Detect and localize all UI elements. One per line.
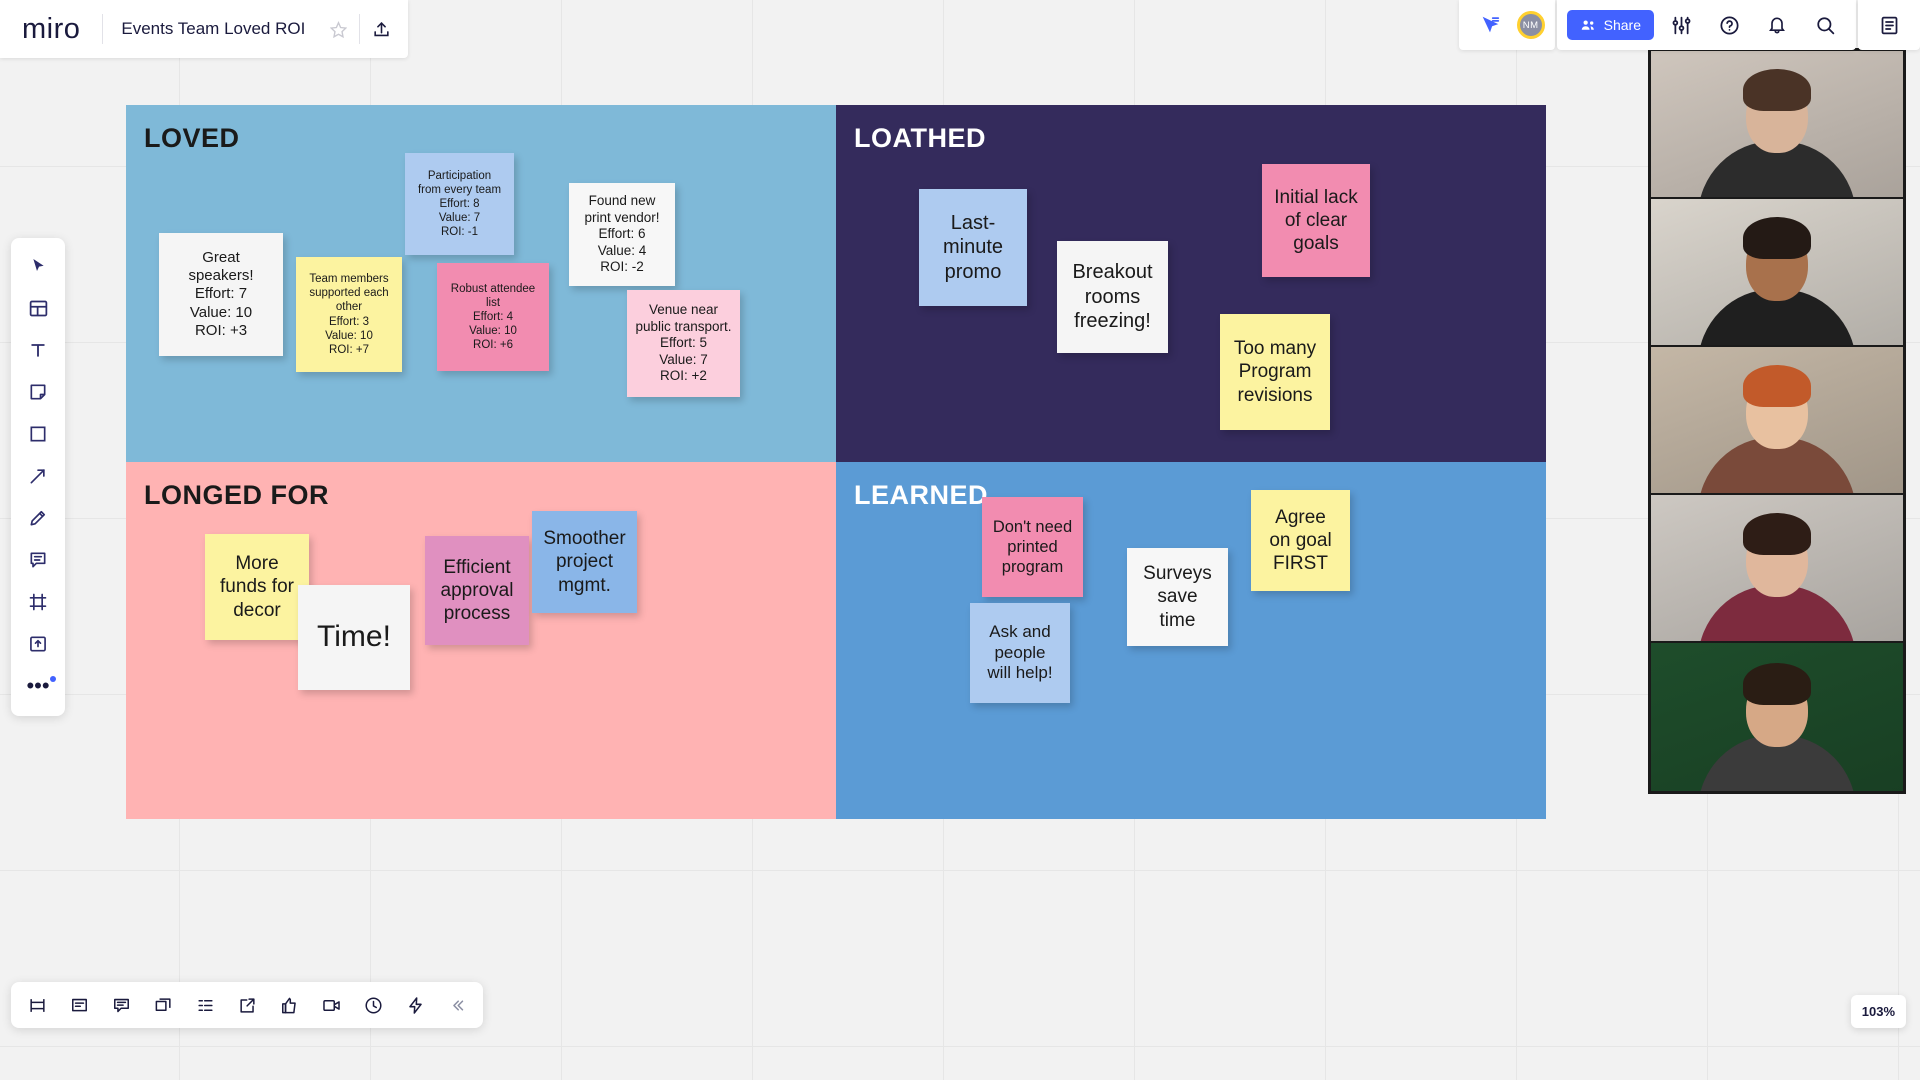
share-label: Share [1603, 17, 1641, 33]
retrospective-matrix: LOVED Great speakers! Effort: 7 Value: 10… [126, 105, 1546, 819]
participant-2[interactable] [1651, 199, 1903, 347]
sticky-note[interactable]: Breakout rooms freezing! [1057, 241, 1168, 353]
miro-board-app: LOVED Great speakers! Effort: 7 Value: 10… [0, 0, 1920, 1080]
pen-tool[interactable] [18, 498, 58, 538]
person-hair [1743, 69, 1811, 111]
person-hair [1743, 663, 1811, 705]
quadrant-title-learned: LEARNED [854, 480, 989, 510]
collapse-toolbar-button[interactable] [437, 985, 477, 1025]
export-icon[interactable] [360, 8, 402, 50]
voting-button[interactable] [269, 985, 309, 1025]
select-tool[interactable] [18, 246, 58, 286]
sticky-note[interactable]: Great speakers! Effort: 7 Value: 10 ROI:… [159, 233, 283, 356]
participant-4[interactable] [1651, 495, 1903, 643]
video-chat-button[interactable] [311, 985, 351, 1025]
avatar[interactable]: NM [1516, 11, 1545, 39]
bell-icon[interactable] [1756, 4, 1798, 46]
person-hair [1743, 365, 1811, 407]
actions-group: Share [1556, 0, 1856, 50]
lightning-button[interactable] [395, 985, 435, 1025]
connector-tool[interactable] [18, 456, 58, 496]
sticky-note[interactable]: Venue near public transport. Effort: 5 V… [627, 290, 740, 397]
bottom-toolbar [11, 982, 483, 1028]
quadrant-title-loved: LOVED [144, 123, 240, 153]
person-hair [1743, 217, 1811, 259]
person-hair [1743, 513, 1811, 555]
participant-5[interactable] [1651, 643, 1903, 791]
participant-3[interactable] [1651, 347, 1903, 495]
text-tool[interactable] [18, 330, 58, 370]
sticky-note[interactable]: Initial lack of clear goals [1262, 164, 1370, 277]
sticky-note[interactable]: Found new print vendor! Effort: 6 Value:… [569, 183, 675, 286]
sticky-note[interactable]: Agree on goal FIRST [1251, 490, 1350, 591]
apps-button[interactable] [185, 985, 225, 1025]
sticky-note[interactable]: Ask and people will help! [970, 603, 1070, 703]
sticky-note[interactable]: Too many Program revisions [1220, 314, 1330, 430]
quadrant-learned: LEARNED Don't need printed program Ask and… [836, 462, 1546, 819]
panel-group [1858, 0, 1920, 50]
presence-group: NM [1458, 0, 1555, 50]
share-button[interactable]: Share [1566, 10, 1654, 40]
more-tools[interactable]: ••• [18, 666, 58, 706]
sticky-note-tool[interactable] [18, 372, 58, 412]
comment-tool[interactable] [18, 540, 58, 580]
creation-toolbar: ••• [11, 238, 65, 716]
frames-panel-button[interactable] [17, 985, 57, 1025]
frame-tool[interactable] [18, 582, 58, 622]
participant-1[interactable] [1651, 51, 1903, 199]
video-call-panel[interactable] [1648, 48, 1906, 794]
cursor-share-icon[interactable] [1469, 4, 1511, 46]
sticky-panel-button[interactable] [59, 985, 99, 1025]
sliders-icon[interactable] [1660, 4, 1702, 46]
quadrant-loathed: LOATHED Last- minute promo Breakout rooms … [836, 105, 1546, 462]
quadrant-longed-for: LONGED FOR More funds for decor Time! Effic… [126, 462, 836, 819]
quadrant-title-longed-for: LONGED FOR [144, 480, 329, 510]
sticky-note[interactable]: Efficient approval process [425, 536, 529, 645]
upload-tool[interactable] [18, 624, 58, 664]
zoom-level-indicator[interactable]: 103% [1850, 995, 1906, 1028]
cards-button[interactable] [143, 985, 183, 1025]
sticky-note[interactable]: Robust attendee list Effort: 4 Value: 10… [437, 263, 549, 371]
sticky-note[interactable]: Last- minute promo [919, 189, 1027, 306]
board-title[interactable]: Events Team Loved ROI [103, 19, 317, 39]
sticky-note[interactable]: Time! [298, 585, 410, 690]
top-right-toolbar: NM Share [1458, 0, 1920, 50]
sticky-note[interactable]: Participation from every team Effort: 8 … [405, 153, 514, 255]
shape-tool[interactable] [18, 414, 58, 454]
sticky-note[interactable]: Team members supported each other Effort… [296, 257, 402, 372]
comments-button[interactable] [101, 985, 141, 1025]
notes-panel-icon[interactable] [1868, 4, 1910, 46]
templates-tool[interactable] [18, 288, 58, 328]
sticky-note[interactable]: Don't need printed program [982, 497, 1083, 597]
star-icon[interactable] [317, 8, 359, 50]
sticky-note[interactable]: More funds for decor [205, 534, 309, 640]
miro-logo[interactable]: miro [0, 13, 102, 46]
sticky-note[interactable]: Smoother project mgmt. [532, 511, 637, 613]
sticky-note[interactable]: Surveys save time [1127, 548, 1228, 646]
quadrant-title-loathed: LOATHED [854, 123, 986, 153]
share-screen-button[interactable] [227, 985, 267, 1025]
top-left-toolbar: miro Events Team Loved ROI [0, 0, 409, 58]
timer-button[interactable] [353, 985, 393, 1025]
ellipsis-icon: ••• [26, 673, 50, 698]
quadrant-loved: LOVED Great speakers! Effort: 7 Value: 10… [126, 105, 836, 462]
search-icon[interactable] [1804, 4, 1846, 46]
help-circle-icon[interactable] [1708, 4, 1750, 46]
